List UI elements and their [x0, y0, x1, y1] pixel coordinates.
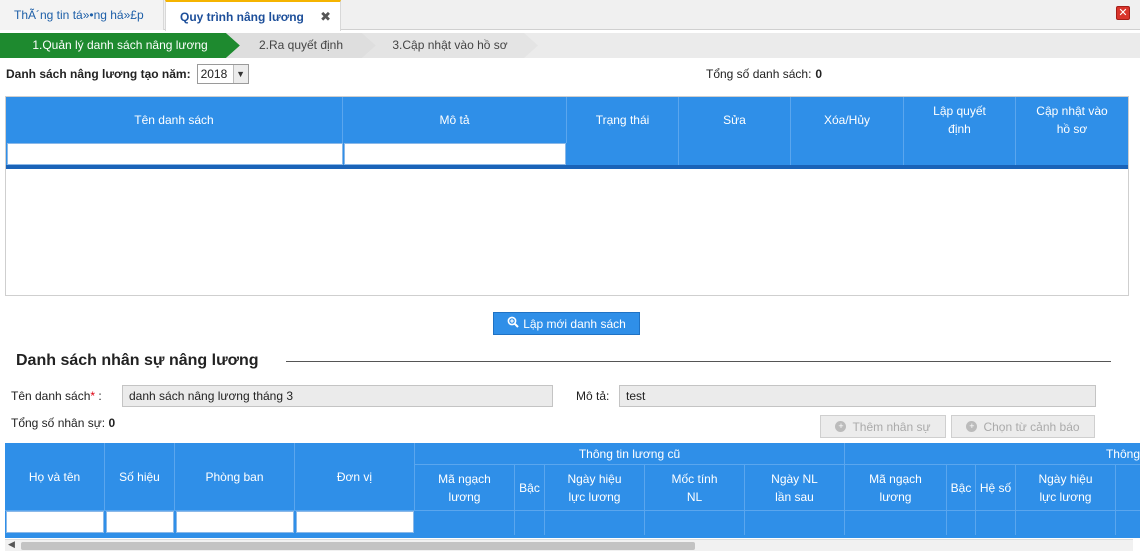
col-department: Phòng ban: [175, 443, 295, 511]
col-new-coefficient: Hệ số: [976, 465, 1016, 511]
col-code: Số hiệu: [105, 443, 175, 511]
list-name-field[interactable]: danh sách nâng lương tháng 3: [122, 385, 553, 407]
staff-table: Họ và tên Số hiệu Phòng ban Đơn vị Thông…: [5, 443, 1140, 538]
filter-description-input[interactable]: [344, 143, 566, 165]
col-new-level: Bậc: [947, 465, 976, 511]
salary-list-table: Tên danh sách Mô tả Trạng thái Sửa Xóa/H…: [5, 96, 1129, 296]
chevron-down-icon[interactable]: ▼: [232, 65, 248, 83]
filter-row: [6, 143, 1128, 169]
filter-cell: [545, 511, 645, 535]
step-update-profile[interactable]: 3.Cập nhật vào hồ sơ: [362, 33, 538, 58]
col-overflow: [1116, 465, 1140, 511]
section-divider: [286, 361, 1111, 362]
col-delete: Xóa/Hủy: [791, 97, 904, 143]
col-status: Trạng thái: [567, 97, 679, 143]
filter-cell: [791, 143, 904, 165]
add-staff-button[interactable]: + Thêm nhân sự: [820, 415, 946, 438]
year-filter: Danh sách nâng lương tạo năm: 2018 ▼: [6, 64, 249, 84]
add-staff-label: Thêm nhân sự: [852, 419, 931, 434]
col-old-next-date: Ngày NL lần sau: [745, 465, 845, 511]
filter-cell: [904, 143, 1016, 165]
col-old-level: Bậc: [515, 465, 545, 511]
scroll-left-icon[interactable]: ◀: [8, 539, 15, 550]
col-new-grade-code: Mã ngạch lương: [845, 465, 947, 511]
col-full-name: Họ và tên: [5, 443, 105, 511]
description-field[interactable]: test: [619, 385, 1096, 407]
tab-summary-label: ThÃ´ng tin tá»•ng há»£p: [14, 8, 144, 22]
table-header: Tên danh sách Mô tả Trạng thái Sửa Xóa/H…: [6, 97, 1128, 143]
staff-total-value: 0: [108, 416, 116, 430]
col-edit: Sửa: [679, 97, 791, 143]
step-wizard: 1.Quản lý danh sách nâng lương 2.Ra quyế…: [0, 33, 1140, 58]
col-old-milestone: Mốc tính NL: [645, 465, 745, 511]
list-total-value: 0: [815, 67, 823, 81]
plus-circle-icon: +: [835, 421, 847, 432]
filter-cell: [1016, 511, 1116, 535]
filter-list-name-input[interactable]: [7, 143, 343, 165]
list-name-colon: :: [95, 389, 102, 403]
list-name-label: Tên danh sách* :: [11, 389, 102, 403]
col-decision: Lập quyết định: [904, 97, 1016, 143]
zoom-in-icon: [507, 316, 519, 331]
filter-cell: [976, 511, 1016, 535]
tab-bar: ThÃ´ng tin tá»•ng há»£p Quy trình nâng l…: [0, 0, 1140, 31]
scrollbar-thumb[interactable]: [21, 542, 695, 550]
group-old-salary: Thông tin lương cũ: [415, 443, 845, 465]
list-total: Tổng số danh sách: 0: [706, 67, 822, 81]
col-new-effective-date: Ngày hiệu lực lương: [1016, 465, 1116, 511]
col-description: Mô tả: [343, 97, 567, 143]
col-old-effective-date: Ngày hiệu lực lương: [545, 465, 645, 511]
filter-cell: [679, 143, 791, 165]
filter-cell: [515, 511, 545, 535]
year-value: 2018: [200, 67, 228, 81]
list-name-label-text: Tên danh sách: [11, 389, 91, 403]
staff-total: Tổng số nhân sự: 0: [11, 416, 115, 430]
filter-cell: [745, 511, 845, 535]
col-unit: Đơn vị: [295, 443, 415, 511]
staff-total-label: Tổng số nhân sự:: [11, 416, 106, 430]
col-list-name: Tên danh sách: [6, 97, 343, 143]
filter-cell: [845, 511, 947, 535]
description-label: Mô tả:: [576, 389, 610, 403]
plus-circle-icon: +: [966, 421, 978, 432]
filter-cell: [645, 511, 745, 535]
tab-summary[interactable]: ThÃ´ng tin tá»•ng há»£p: [0, 0, 164, 30]
filter-full-name-input[interactable]: [6, 511, 104, 533]
horizontal-scrollbar[interactable]: ◀: [5, 539, 1133, 551]
filter-department-input[interactable]: [176, 511, 294, 533]
section-title: Danh sách nhân sự nâng lương: [16, 352, 259, 369]
year-label: Danh sách nâng lương tạo năm:: [6, 67, 191, 81]
filter-cell: [567, 143, 679, 165]
col-old-grade-code: Mã ngạch lương: [415, 465, 515, 511]
col-update-profile: Cập nhật vào hồ sơ: [1036, 104, 1108, 136]
filter-cell: [415, 511, 515, 535]
step-manage-list[interactable]: 1.Quản lý danh sách nâng lương: [0, 33, 240, 58]
filter-cell: [947, 511, 976, 535]
close-tab-icon[interactable]: ✖: [320, 2, 331, 32]
new-list-button-label: Lập mới danh sách: [523, 316, 626, 331]
year-select[interactable]: 2018 ▼: [196, 64, 249, 84]
new-list-button[interactable]: Lập mới danh sách: [493, 312, 640, 335]
tab-salary-process-label: Quy trình nâng lương: [180, 10, 304, 24]
filter-unit-input[interactable]: [296, 511, 414, 533]
choose-warning-label: Chọn từ cảnh báo: [983, 419, 1080, 434]
step-decision[interactable]: 2.Ra quyết định: [226, 33, 376, 58]
group-new-salary: Thông: [845, 443, 1140, 465]
tab-salary-process[interactable]: Quy trình nâng lương ✖: [165, 0, 341, 31]
close-window-icon[interactable]: ✕: [1116, 6, 1130, 20]
list-total-label: Tổng số danh sách:: [706, 67, 812, 81]
choose-warning-button[interactable]: + Chọn từ cảnh báo: [951, 415, 1095, 438]
filter-code-input[interactable]: [106, 511, 174, 533]
